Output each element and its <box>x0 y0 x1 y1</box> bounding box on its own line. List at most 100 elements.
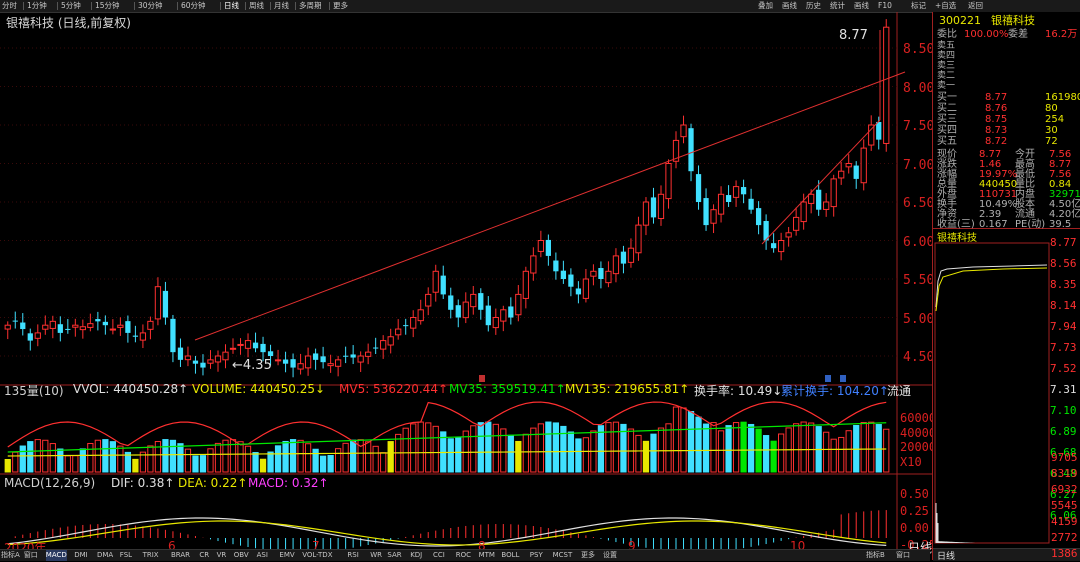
candle <box>109 319 117 335</box>
indicator-tab-24[interactable]: 更多 <box>581 550 595 561</box>
price-tick: 7.50 <box>903 119 935 134</box>
candle <box>680 115 687 144</box>
toolbar-right-item-8[interactable]: 返回 <box>968 0 983 12</box>
toolbar-right-item-1[interactable]: 画线 <box>782 0 797 12</box>
indicator-tab-22[interactable]: PSY <box>530 550 543 561</box>
candle <box>154 277 162 326</box>
indicator-tab-12[interactable]: EMV <box>279 550 294 561</box>
candle <box>403 318 409 335</box>
event-marker <box>840 375 846 382</box>
toolbar-separator <box>177 2 178 10</box>
candle <box>455 299 461 328</box>
candle <box>27 328 33 351</box>
candle <box>102 315 108 335</box>
indicator-tab-17[interactable]: KDJ <box>410 550 422 561</box>
candle <box>612 248 620 283</box>
indicator-tab-21[interactable]: BOLL <box>501 550 519 561</box>
indicator-tab-4[interactable]: DMA <box>97 550 113 561</box>
candle <box>373 337 379 355</box>
volume-bar <box>447 438 454 473</box>
candle <box>320 346 326 369</box>
stat-value: 0.167 <box>979 219 1008 230</box>
toolbar-right-item-3[interactable]: 统计 <box>830 0 845 12</box>
event-marker <box>479 375 485 382</box>
toolbar-right-item-5[interactable]: F10 <box>878 0 892 12</box>
kline-chart-area[interactable] <box>0 12 932 549</box>
period-tab-1[interactable]: 1分钟 <box>27 0 47 12</box>
period-tab-4[interactable]: 30分钟 <box>138 0 163 12</box>
volume-bar <box>605 422 612 473</box>
indicator-tab-25[interactable]: 设置 <box>603 550 617 561</box>
volume-bar <box>860 422 867 473</box>
candle <box>823 193 830 217</box>
candle <box>334 355 342 377</box>
indicator-tab-5[interactable]: FSL <box>120 550 132 561</box>
candle <box>184 346 192 367</box>
period-tab-0[interactable]: 分时 <box>2 0 17 12</box>
indicator-tab-2[interactable]: MACD <box>45 550 67 561</box>
candle <box>537 230 544 258</box>
indicator-tab-7[interactable]: BRAR <box>171 550 190 561</box>
candle <box>327 354 334 373</box>
volume-bar <box>740 421 747 473</box>
candle <box>553 252 559 280</box>
indicator-tab-11[interactable]: ASI <box>257 550 268 561</box>
volume-bar <box>147 445 154 473</box>
period-tab-8[interactable]: 月线 <box>274 0 289 12</box>
indicator-tab-23[interactable]: MCST <box>553 550 573 561</box>
stat-label: PE(动) <box>1015 219 1046 230</box>
indicator-tab-13[interactable]: VOL-TDX <box>302 550 332 561</box>
candle <box>492 308 499 335</box>
candle <box>425 287 432 316</box>
candle <box>740 179 747 204</box>
volume-bar <box>875 424 882 473</box>
indicator-tab-1[interactable]: 窗口 <box>24 550 38 561</box>
candle <box>162 281 169 325</box>
period-tab-2[interactable]: 5分钟 <box>61 0 81 12</box>
indicator-tab-14[interactable]: RSI <box>347 550 358 561</box>
period-tab-7[interactable]: 周线 <box>249 0 264 12</box>
candle <box>763 214 769 250</box>
indicator-tab-20[interactable]: MTM <box>479 550 495 561</box>
candle <box>282 351 289 373</box>
period-tab-6[interactable]: 日线 <box>224 0 239 12</box>
toolbar-right-item-4[interactable]: 画线 <box>854 0 869 12</box>
volume-bar <box>650 433 657 473</box>
candle <box>568 268 574 297</box>
indicator-right-tab-0[interactable]: 指标B <box>866 550 885 561</box>
indicator-tab-18[interactable]: CCI <box>433 550 445 561</box>
intraday-volume-tick: 2772 <box>1051 531 1078 544</box>
vol-indicator-label: 135量(10) <box>4 384 64 398</box>
toolbar-right-item-7[interactable]: +自选 <box>935 0 956 12</box>
volume-bar <box>237 441 244 473</box>
period-tab-5[interactable]: 60分钟 <box>181 0 206 12</box>
period-tab-10[interactable]: 更多 <box>333 0 348 12</box>
volume-bar <box>169 439 177 473</box>
toolbar-right-item-6[interactable]: 标记 <box>911 0 926 12</box>
candle <box>515 285 522 322</box>
indicator-tab-6[interactable]: TRIX <box>143 550 159 561</box>
toolbar-right-item-0[interactable]: 叠加 <box>758 0 773 12</box>
period-tab-9[interactable]: 多周期 <box>299 0 322 12</box>
period-tab-3[interactable]: 15分钟 <box>95 0 120 12</box>
indicator-tab-10[interactable]: OBV <box>234 550 249 561</box>
volume-bar <box>297 439 304 473</box>
candle <box>478 288 484 320</box>
indicator-tab-9[interactable]: VR <box>217 550 227 561</box>
indicator-tab-8[interactable]: CR <box>199 550 209 561</box>
indicator-tab-3[interactable]: DMI <box>74 550 88 561</box>
indicator-tab-0[interactable]: 指标A <box>1 550 20 561</box>
candle <box>717 186 725 223</box>
indicator-right-tab-1[interactable]: 窗口 <box>896 550 910 561</box>
candle <box>207 350 214 369</box>
volume-bar <box>732 422 740 473</box>
indicator-tab-15[interactable]: WR <box>370 550 382 561</box>
intraday-price-line <box>935 264 1048 308</box>
candle <box>642 197 650 236</box>
indicator-tab-19[interactable]: ROC <box>456 550 471 561</box>
indicator-tab-16[interactable]: SAR <box>387 550 401 561</box>
toolbar-right-item-2[interactable]: 历史 <box>806 0 821 12</box>
candle <box>132 325 139 343</box>
candle <box>79 319 86 339</box>
candle <box>816 180 822 216</box>
